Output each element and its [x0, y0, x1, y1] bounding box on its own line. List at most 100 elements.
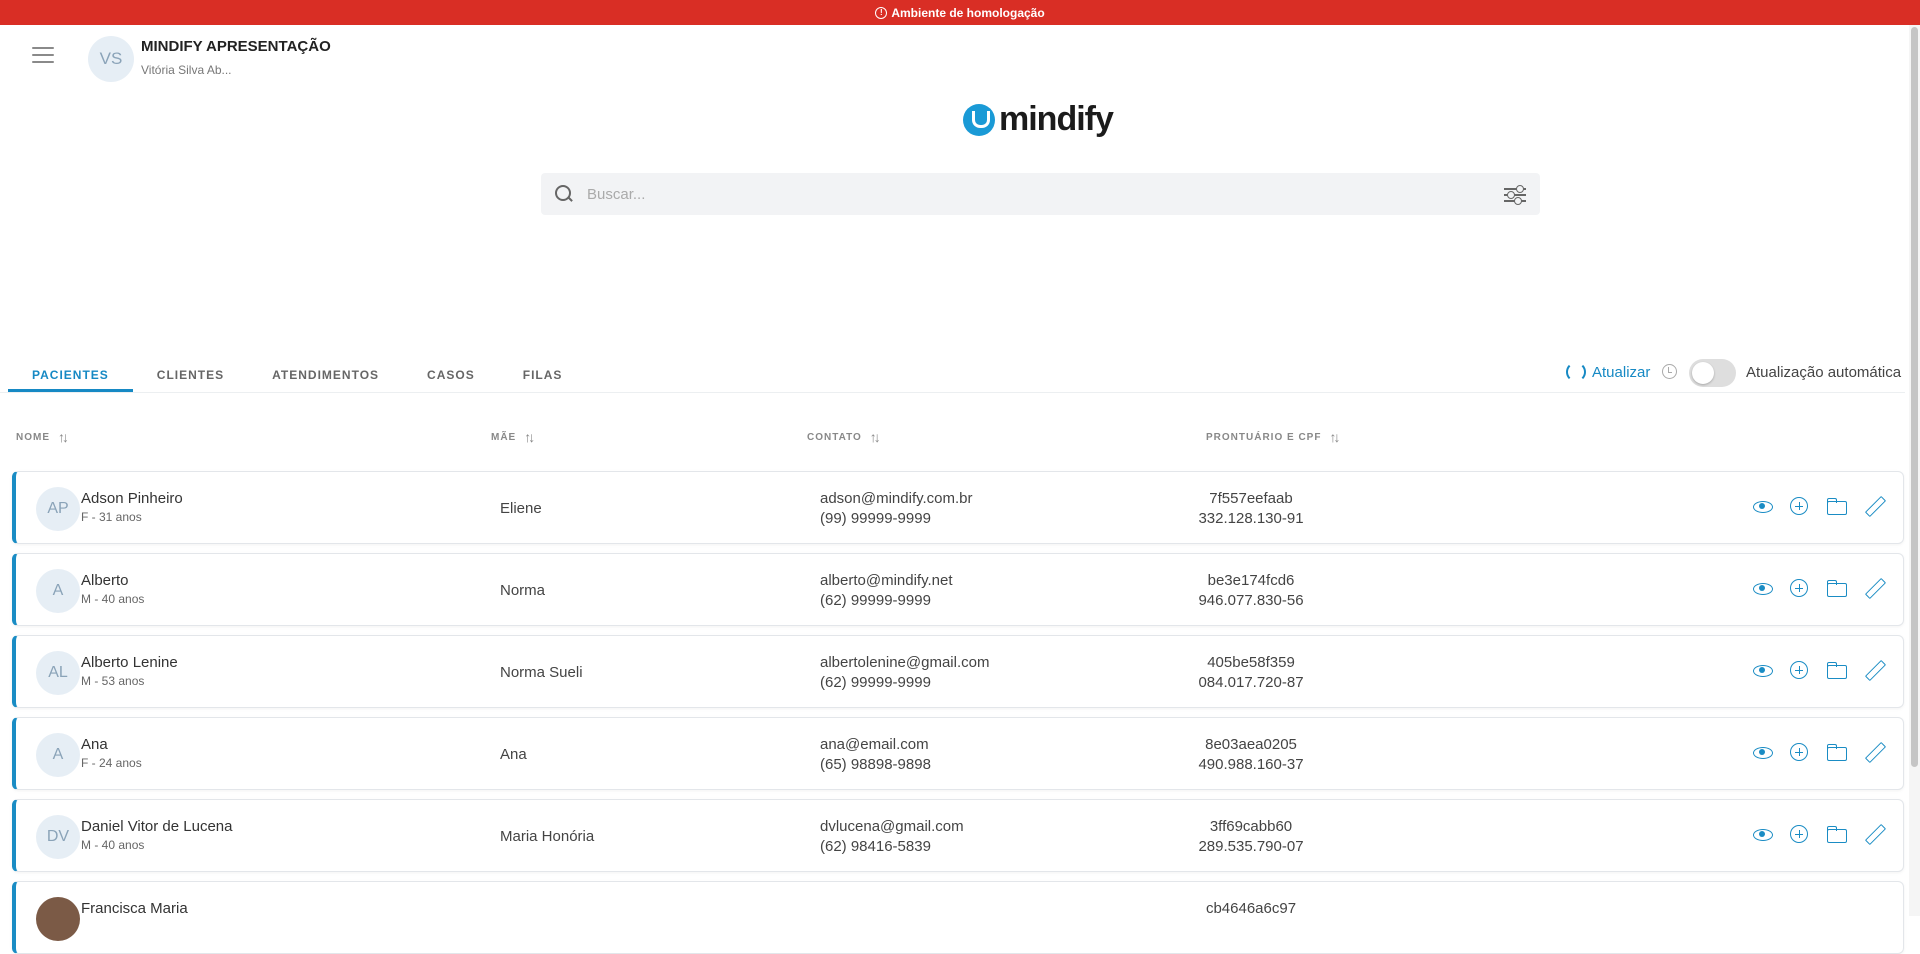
- patient-info: F - 24 anos: [81, 756, 142, 770]
- patient-phone: (62) 99999-9999: [820, 674, 931, 691]
- patient-email: alberto@mindify.net: [820, 572, 953, 589]
- filter-sliders-icon[interactable]: [1504, 184, 1526, 205]
- column-header-contact[interactable]: CONTATO ↑↓: [807, 429, 881, 445]
- column-header-record[interactable]: PRONTUÁRIO E CPF ↑↓: [1206, 429, 1340, 445]
- patient-phone: (62) 98416-5839: [820, 838, 931, 855]
- menu-icon[interactable]: [32, 47, 54, 65]
- tab-bar: PACIENTES CLIENTES ATENDIMENTOS CASOS FI…: [8, 356, 586, 392]
- plus-circle-icon[interactable]: [1790, 825, 1808, 843]
- search-bar: [541, 173, 1540, 215]
- scrollbar-thumb[interactable]: [1911, 27, 1918, 767]
- search-input[interactable]: [587, 185, 1504, 203]
- folder-icon[interactable]: [1826, 742, 1847, 762]
- patient-avatar: AL: [36, 651, 80, 695]
- search-icon: [555, 185, 573, 203]
- pencil-icon[interactable]: [1864, 496, 1884, 516]
- tab-atendimentos[interactable]: ATENDIMENTOS: [248, 356, 403, 392]
- tab-pacientes[interactable]: PACIENTES: [8, 356, 133, 392]
- eye-icon[interactable]: [1752, 742, 1773, 762]
- column-header-name[interactable]: NOME ↑↓: [16, 429, 69, 445]
- logo-text: mindify: [999, 100, 1114, 138]
- patient-record: cb4646a6c97: [1205, 900, 1297, 917]
- logo: mindify: [963, 100, 1114, 139]
- patient-name: Daniel Vitor de Lucena: [81, 818, 233, 835]
- eye-icon[interactable]: [1752, 578, 1773, 598]
- patient-info: M - 40 anos: [81, 592, 145, 606]
- eye-icon[interactable]: [1752, 496, 1773, 516]
- eye-icon[interactable]: [1752, 660, 1773, 680]
- patient-row[interactable]: Francisca Maria cb4646a6c97: [12, 881, 1904, 954]
- plus-circle-icon[interactable]: [1790, 579, 1808, 597]
- patient-phone: (62) 99999-9999: [820, 592, 931, 609]
- plus-circle-icon[interactable]: [1790, 661, 1808, 679]
- info-circle-icon: !: [875, 6, 888, 19]
- patient-name: Alberto Lenine: [81, 654, 178, 671]
- folder-icon[interactable]: [1826, 660, 1847, 680]
- user-name: Vitória Silva Ab...: [141, 63, 232, 77]
- folder-icon[interactable]: [1826, 578, 1847, 598]
- patient-cpf: 084.017.720-87: [1198, 674, 1304, 691]
- org-avatar[interactable]: VS: [88, 36, 134, 82]
- refresh-button[interactable]: Atualizar: [1566, 362, 1650, 382]
- environment-banner-text: Ambiente de homologação: [891, 5, 1045, 20]
- column-header-mother[interactable]: MÃE ↑↓: [491, 429, 535, 445]
- patient-row[interactable]: A Ana F - 24 anos Ana ana@email.com (65)…: [12, 717, 1904, 790]
- row-actions: [1752, 660, 1884, 680]
- patient-name: Francisca Maria: [81, 900, 188, 917]
- folder-icon[interactable]: [1826, 496, 1847, 516]
- eye-icon[interactable]: [1752, 824, 1773, 844]
- patient-email: ana@email.com: [820, 736, 929, 753]
- pencil-icon[interactable]: [1864, 742, 1884, 762]
- org-name[interactable]: MINDIFY APRESENTAÇÃO: [141, 38, 331, 55]
- sort-icon: ↑↓: [1329, 429, 1340, 445]
- sort-icon: ↑↓: [58, 429, 69, 445]
- patient-cpf: 490.988.160-37: [1198, 756, 1304, 773]
- refresh-label: Atualizar: [1592, 363, 1651, 381]
- plus-circle-icon[interactable]: [1790, 743, 1808, 761]
- patient-email: albertolenine@gmail.com: [820, 654, 990, 671]
- tab-clientes[interactable]: CLIENTES: [133, 356, 248, 392]
- patient-phone: (99) 99999-9999: [820, 510, 931, 527]
- tab-filas[interactable]: FILAS: [499, 356, 587, 392]
- patient-mother: Norma Sueli: [500, 664, 583, 681]
- row-actions: [1752, 578, 1884, 598]
- sort-icon: ↑↓: [524, 429, 535, 445]
- patient-name: Adson Pinheiro: [81, 490, 183, 507]
- sort-icon: ↑↓: [869, 429, 881, 445]
- patient-info: M - 40 anos: [81, 838, 145, 852]
- patient-cpf: 289.535.790-07: [1198, 838, 1304, 855]
- patient-phone: (65) 98898-9898: [820, 756, 931, 773]
- pencil-icon[interactable]: [1864, 824, 1884, 844]
- pencil-icon[interactable]: [1864, 660, 1884, 680]
- header: VS MINDIFY APRESENTAÇÃO Vitória Silva Ab…: [0, 25, 1920, 93]
- plus-circle-icon[interactable]: [1790, 497, 1808, 515]
- row-actions: [1752, 824, 1884, 844]
- patient-record: 405be58f359: [1207, 654, 1295, 671]
- folder-icon[interactable]: [1826, 824, 1847, 844]
- patient-row[interactable]: AL Alberto Lenine M - 53 anos Norma Suel…: [12, 635, 1904, 708]
- scrollbar[interactable]: [1909, 25, 1920, 916]
- patient-avatar: A: [36, 733, 80, 777]
- patient-record: 8e03aea0205: [1205, 736, 1297, 753]
- patient-avatar: DV: [36, 815, 80, 859]
- pencil-icon[interactable]: [1864, 578, 1884, 598]
- patient-cpf: 946.077.830-56: [1198, 592, 1304, 609]
- patient-mother: Maria Honória: [500, 828, 595, 845]
- patient-record: 3ff69cabb60: [1209, 818, 1293, 835]
- patient-mother: Eliene: [500, 500, 542, 517]
- tabs-divider: [0, 392, 1905, 393]
- auto-refresh-label: Atualização automática: [1746, 364, 1902, 381]
- patient-row[interactable]: DV Daniel Vitor de Lucena M - 40 anos Ma…: [12, 799, 1904, 872]
- auto-refresh-toggle[interactable]: [1689, 359, 1736, 387]
- patient-avatar: AP: [36, 487, 80, 531]
- column-header-record-label: PRONTUÁRIO E CPF: [1206, 431, 1322, 443]
- patient-email: dvlucena@gmail.com: [820, 818, 964, 835]
- refresh-icon: [1566, 362, 1586, 382]
- column-header-name-label: NOME: [16, 431, 50, 443]
- patient-info: M - 53 anos: [81, 674, 145, 688]
- patient-row[interactable]: AP Adson Pinheiro F - 31 anos Eliene ads…: [12, 471, 1904, 544]
- tab-casos[interactable]: CASOS: [403, 356, 499, 392]
- patient-mother: Ana: [500, 746, 527, 763]
- column-header-mother-label: MÃE: [491, 431, 517, 443]
- patient-row[interactable]: A Alberto M - 40 anos Norma alberto@mind…: [12, 553, 1904, 626]
